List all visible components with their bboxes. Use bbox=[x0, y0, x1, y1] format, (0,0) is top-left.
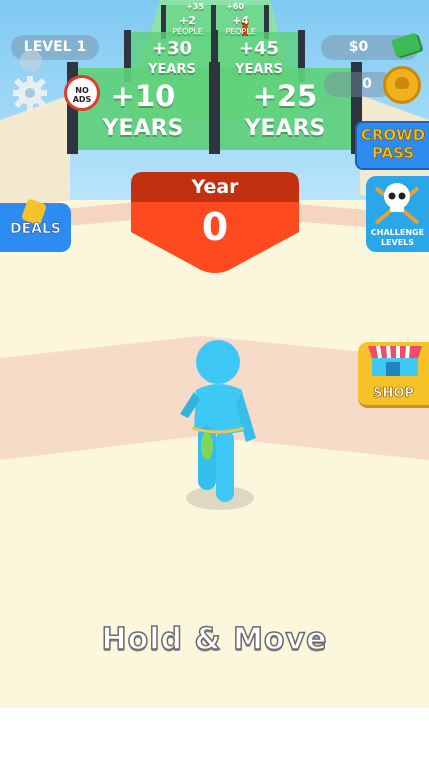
shop-label: SHOP bbox=[373, 386, 414, 402]
gate-back-left-unit: PEOPLE bbox=[172, 27, 203, 36]
skull-coin-icon bbox=[383, 66, 421, 104]
gate-mid-left-unit: YEARS bbox=[148, 62, 196, 77]
gate-back-right-value: +4 bbox=[232, 14, 249, 27]
gate-far-right-value: +60 bbox=[226, 2, 244, 11]
player-character[interactable] bbox=[170, 338, 270, 518]
hold-and-move-hint: Hold & Move bbox=[101, 621, 328, 658]
money-label: $0 bbox=[348, 39, 369, 55]
skull-swords-icon bbox=[374, 183, 420, 225]
settings-button[interactable] bbox=[11, 74, 49, 112]
crowd-pass-line1: CROWD bbox=[360, 126, 426, 145]
skull-icon bbox=[20, 50, 42, 72]
store-icon bbox=[368, 345, 422, 376]
deals-label: DEALS bbox=[9, 221, 62, 238]
year-counter-value: 0 bbox=[201, 205, 229, 249]
gate-mid-left-value: +30 bbox=[151, 38, 193, 59]
coin-count: 0 bbox=[362, 76, 372, 92]
crowd-pass-button[interactable]: CROWD PASS bbox=[355, 121, 429, 170]
gate-front-right-unit: YEARS bbox=[244, 116, 326, 141]
challenge-line1: CHALLENGE bbox=[370, 228, 425, 237]
challenge-line2: LEVELS bbox=[380, 238, 415, 247]
gate-mid-right-value: +45 bbox=[238, 38, 280, 59]
gear-icon bbox=[13, 76, 47, 110]
gate-mid-right-unit: YEARS bbox=[235, 62, 283, 77]
game-viewport[interactable]: +35 +60 +2 PEOPLE +4 PEOPLE +30 YEARS +4… bbox=[0, 0, 429, 708]
deals-button[interactable]: DEALS bbox=[0, 198, 71, 252]
shop-button[interactable]: SHOP bbox=[358, 342, 429, 408]
gate-back-right-unit: PEOPLE bbox=[225, 27, 256, 36]
bottom-area bbox=[0, 708, 429, 762]
no-ads-label: NO ADS bbox=[72, 86, 92, 104]
no-ads-button[interactable]: NO ADS bbox=[64, 75, 100, 111]
year-counter-label: Year bbox=[191, 176, 239, 198]
gate-back-left-value: +2 bbox=[179, 14, 196, 27]
crowd-pass-line2: PASS bbox=[371, 144, 415, 163]
gate-front-left-unit: YEARS bbox=[102, 116, 184, 141]
challenge-levels-button[interactable]: CHALLENGE LEVELS bbox=[366, 176, 429, 252]
